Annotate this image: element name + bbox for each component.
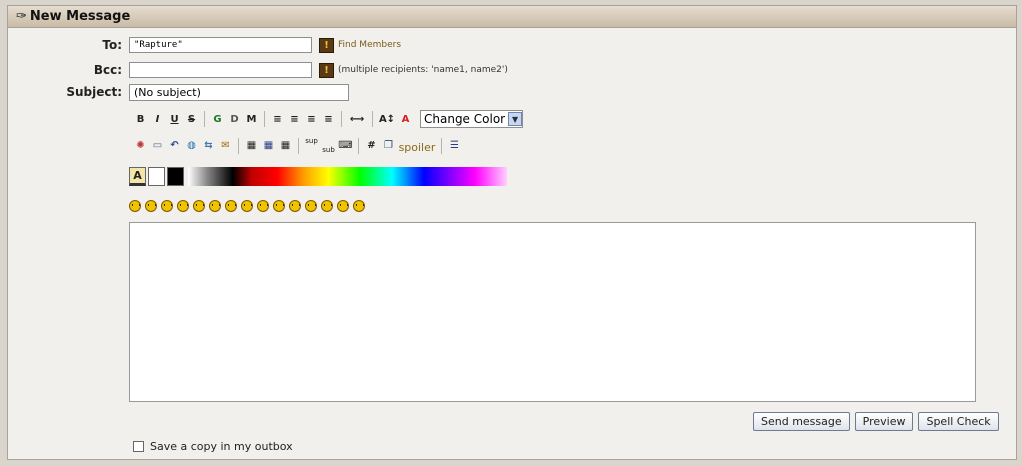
change-color-value: Change Color bbox=[424, 112, 506, 126]
new-message-panel: ✑ New Message To: ! Find Members Bcc: ! … bbox=[7, 5, 1017, 460]
smiley-icon[interactable] bbox=[225, 200, 237, 212]
smiley-icon[interactable] bbox=[305, 200, 317, 212]
smiley-icon[interactable] bbox=[129, 200, 141, 212]
panel-title: New Message bbox=[29, 9, 131, 24]
color-spectrum[interactable] bbox=[188, 167, 507, 186]
preview-button[interactable]: Preview bbox=[854, 412, 914, 431]
smiley-icon[interactable] bbox=[193, 200, 205, 212]
horizontal-rule-button[interactable]: ⟷ bbox=[346, 111, 368, 128]
smiley-icon[interactable] bbox=[257, 200, 269, 212]
email-icon[interactable]: ✉ bbox=[217, 137, 234, 154]
underline-button[interactable]: U bbox=[166, 111, 183, 128]
table-row-icon[interactable]: ▦ bbox=[260, 137, 277, 154]
italic-button[interactable]: I bbox=[149, 111, 166, 128]
smiley-icon[interactable] bbox=[209, 200, 221, 212]
save-copy-label: Save a copy in my outbox bbox=[150, 440, 293, 453]
smiley-icon[interactable] bbox=[321, 200, 333, 212]
smiley-icon[interactable] bbox=[337, 200, 349, 212]
font-color-button[interactable]: A bbox=[397, 111, 414, 128]
link-icon[interactable]: ↶ bbox=[166, 137, 183, 154]
smiley-bar bbox=[129, 200, 369, 212]
find-members-link[interactable]: Find Members bbox=[338, 40, 401, 50]
to-field[interactable] bbox=[129, 37, 312, 53]
quote-icon[interactable]: ❐ bbox=[380, 137, 397, 154]
shadow-button[interactable]: D bbox=[226, 111, 243, 128]
list-button[interactable]: ☰ bbox=[446, 137, 463, 154]
font-size-button[interactable]: A↕ bbox=[377, 111, 397, 128]
strike-button[interactable]: S bbox=[183, 111, 200, 128]
format-toolbar: B I U S G D M ≡ ≡ ≡ ≡ ⟷ A↕ A Change Colo… bbox=[132, 110, 524, 128]
toolbar-separator bbox=[372, 111, 373, 127]
bcc-label: Bcc: bbox=[93, 63, 122, 77]
bcc-field[interactable] bbox=[129, 62, 312, 78]
spoiler-button[interactable]: spoiler bbox=[397, 137, 437, 154]
subject-label: Subject: bbox=[66, 85, 122, 99]
toolbar-separator bbox=[298, 137, 299, 154]
align-justify-button[interactable]: ≡ bbox=[286, 111, 303, 128]
align-left-button[interactable]: ≡ bbox=[269, 111, 286, 128]
save-copy-row: Save a copy in my outbox bbox=[133, 440, 293, 453]
black-swatch[interactable] bbox=[167, 167, 184, 186]
smiley-icon[interactable] bbox=[241, 200, 253, 212]
smiley-icon[interactable] bbox=[161, 200, 173, 212]
table-column-icon[interactable]: ▦ bbox=[277, 137, 294, 154]
text-color-swatch[interactable]: A bbox=[129, 167, 146, 186]
address-book-icon[interactable]: ! bbox=[319, 62, 334, 78]
smiley-icon[interactable] bbox=[145, 200, 157, 212]
smiley-icon[interactable] bbox=[177, 200, 189, 212]
marquee-button[interactable]: M bbox=[243, 111, 260, 128]
title-bar: ✑ New Message bbox=[8, 6, 1016, 28]
action-buttons: Send message Preview Spell Check bbox=[748, 412, 999, 431]
toolbar-separator bbox=[358, 137, 359, 154]
toolbar-separator bbox=[341, 111, 342, 127]
toolbar-separator bbox=[264, 111, 265, 127]
send-message-button[interactable]: Send message bbox=[753, 412, 850, 431]
smiley-icon[interactable] bbox=[353, 200, 365, 212]
superscript-button[interactable]: sup bbox=[303, 137, 320, 154]
bold-button[interactable]: B bbox=[132, 111, 149, 128]
subject-field[interactable] bbox=[129, 84, 349, 101]
teletype-icon[interactable]: ⌨ bbox=[337, 137, 354, 154]
toolbar-separator bbox=[204, 111, 205, 127]
smiley-icon[interactable] bbox=[289, 200, 301, 212]
glow-button[interactable]: G bbox=[209, 111, 226, 128]
toolbar-separator bbox=[238, 137, 239, 154]
globe-icon[interactable]: ◍ bbox=[183, 137, 200, 154]
address-book-icon[interactable]: ! bbox=[319, 37, 334, 53]
message-body[interactable] bbox=[129, 222, 976, 402]
flash-icon[interactable]: ✺ bbox=[132, 137, 149, 154]
chevron-down-icon[interactable]: ▼ bbox=[508, 112, 523, 126]
to-label: To: bbox=[102, 38, 122, 52]
subscript-button[interactable]: sub bbox=[320, 137, 337, 154]
bcc-hint: (multiple recipients: 'name1, name2') bbox=[338, 65, 508, 75]
align-center-button[interactable]: ≡ bbox=[303, 111, 320, 128]
code-button[interactable]: # bbox=[363, 137, 380, 154]
ftp-icon[interactable]: ⇆ bbox=[200, 137, 217, 154]
image-icon[interactable]: ▭ bbox=[149, 137, 166, 154]
save-copy-checkbox[interactable] bbox=[133, 441, 144, 452]
smiley-icon[interactable] bbox=[273, 200, 285, 212]
spell-check-button[interactable]: Spell Check bbox=[918, 412, 999, 431]
pen-icon: ✑ bbox=[16, 9, 27, 24]
toolbar-separator bbox=[441, 137, 442, 154]
white-swatch[interactable] bbox=[148, 167, 165, 186]
align-right-button[interactable]: ≡ bbox=[320, 111, 337, 128]
insert-toolbar: ✺ ▭ ↶ ◍ ⇆ ✉ ▦ ▦ ▦ sup sub ⌨ # ❐ spoiler … bbox=[132, 137, 463, 154]
color-picker-row: A bbox=[129, 167, 507, 186]
change-color-select[interactable]: Change Color ▼ bbox=[420, 110, 524, 128]
table-icon[interactable]: ▦ bbox=[243, 137, 260, 154]
